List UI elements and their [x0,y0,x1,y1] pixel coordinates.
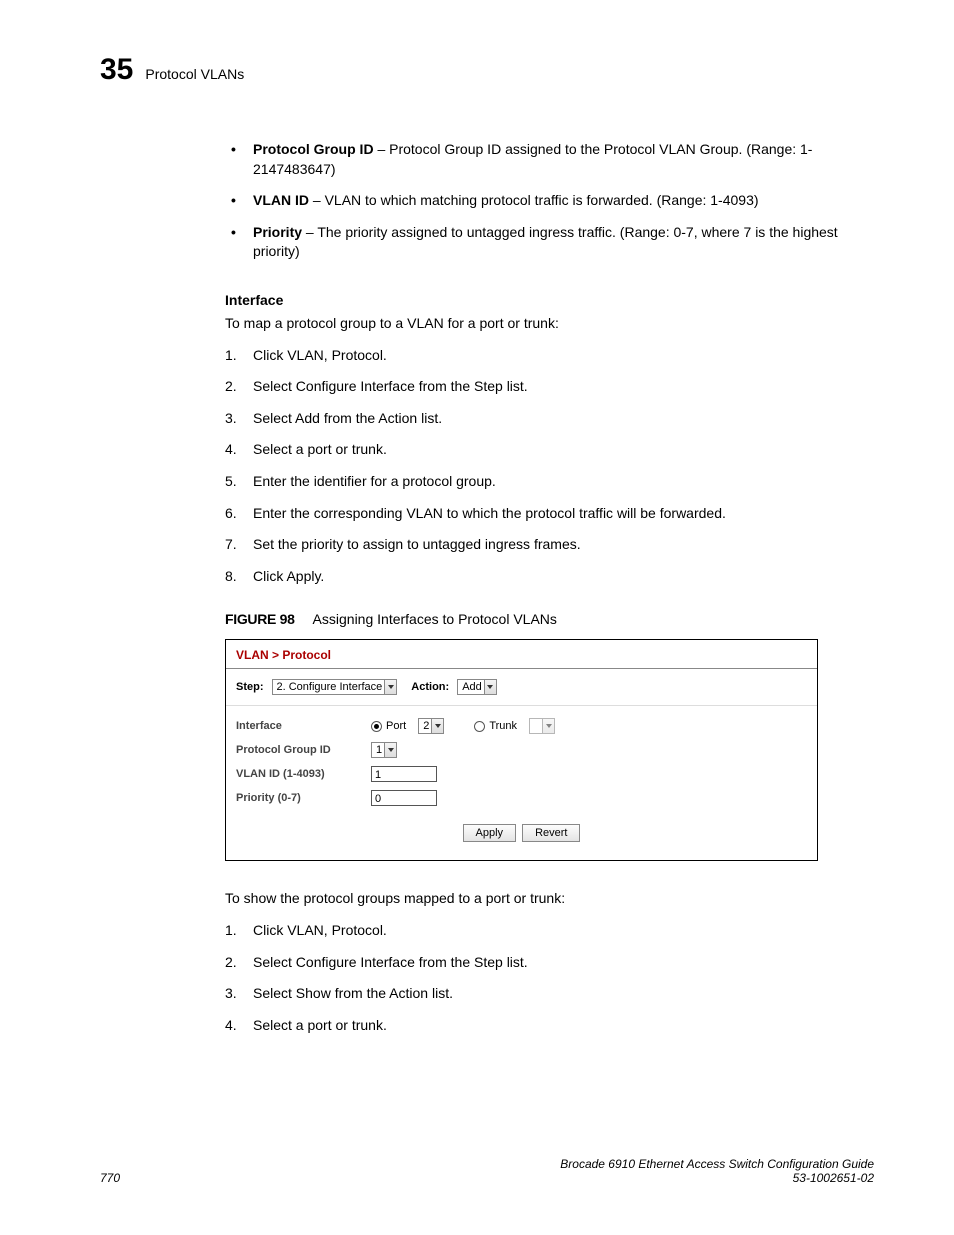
list-item: 3.Select Add from the Action list. [225,409,874,429]
list-item: 4.Select a port or trunk. [225,440,874,460]
vlan-row: VLAN ID (1-4093) 1 [236,766,807,782]
page-header: 35 Protocol VLANs [100,55,874,85]
steps-list-map: 1.Click VLAN, Protocol. 2.Select Configu… [225,346,874,587]
show-intro: To show the protocol groups mapped to a … [225,889,874,909]
action-select[interactable]: Add [457,679,497,695]
list-item: 6.Enter the corresponding VLAN to which … [225,504,874,524]
page-footer: 770 Brocade 6910 Ethernet Access Switch … [100,1157,874,1185]
doc-number: 53-1002651-02 [560,1171,874,1185]
port-radio-group[interactable]: Port [371,720,406,732]
steps-list-show: 1.Click VLAN, Protocol. 2.Select Configu… [225,921,874,1035]
radio-icon [474,721,485,732]
vlan-input[interactable]: 1 [371,766,437,782]
chapter-title: Protocol VLANs [145,66,244,82]
form-body: Interface Port 2 Trunk [226,706,817,860]
list-item: 1.Click VLAN, Protocol. [225,921,874,941]
figure-number: FIGURE 98 [225,611,295,627]
port-select[interactable]: 2 [418,718,444,734]
priority-row: Priority (0-7) 0 [236,790,807,806]
pgid-select[interactable]: 1 [371,742,397,758]
list-item: VLAN ID – VLAN to which matching protoco… [225,191,874,211]
chevron-down-icon [542,719,554,733]
page-number: 770 [100,1171,120,1185]
chevron-down-icon [384,743,396,757]
chevron-down-icon [384,680,396,694]
figure-caption: FIGURE 98 Assigning Interfaces to Protoc… [225,611,874,627]
breadcrumb: VLAN > Protocol [226,640,817,669]
list-item: 2.Select Configure Interface from the St… [225,953,874,973]
figure-screenshot: VLAN > Protocol Step: 2. Configure Inter… [225,639,818,861]
interface-row: Interface Port 2 Trunk [236,718,807,734]
list-item: 7.Set the priority to assign to untagged… [225,535,874,555]
step-select[interactable]: 2. Configure Interface [272,679,398,695]
revert-button[interactable]: Revert [522,824,580,842]
pgid-row: Protocol Group ID 1 [236,742,807,758]
interface-intro: To map a protocol group to a VLAN for a … [225,314,874,334]
trunk-select[interactable] [529,718,555,734]
action-label: Action: [411,681,449,693]
step-label: Step: [236,681,264,693]
priority-label: Priority (0-7) [236,792,371,804]
list-item: 3.Select Show from the Action list. [225,984,874,1004]
trunk-radio-group[interactable]: Trunk [474,720,517,732]
radio-icon [371,721,382,732]
chapter-number: 35 [100,55,133,85]
toolbar: Step: 2. Configure Interface Action: Add [226,669,817,706]
term: Protocol Group ID [253,141,374,157]
desc: – VLAN to which matching protocol traffi… [309,192,759,208]
list-item: 4.Select a port or trunk. [225,1016,874,1036]
list-item: Priority – The priority assigned to unta… [225,223,874,262]
apply-button[interactable]: Apply [463,824,517,842]
list-item: Protocol Group ID – Protocol Group ID as… [225,140,874,179]
term: VLAN ID [253,192,309,208]
vlan-label: VLAN ID (1-4093) [236,768,371,780]
chevron-down-icon [484,680,496,694]
term: Priority [253,224,302,240]
list-item: 8.Click Apply. [225,567,874,587]
trunk-label: Trunk [489,720,517,732]
button-row: Apply Revert [236,824,807,842]
figure-title: Assigning Interfaces to Protocol VLANs [313,611,557,627]
doc-title: Brocade 6910 Ethernet Access Switch Conf… [560,1157,874,1171]
list-item: 5.Enter the identifier for a protocol gr… [225,472,874,492]
list-item: 2.Select Configure Interface from the St… [225,377,874,397]
priority-input[interactable]: 0 [371,790,437,806]
desc: – The priority assigned to untagged ingr… [253,224,838,260]
parameter-bullet-list: Protocol Group ID – Protocol Group ID as… [225,140,874,262]
interface-heading: Interface [225,292,874,308]
list-item: 1.Click VLAN, Protocol. [225,346,874,366]
interface-label: Interface [236,720,371,732]
port-label: Port [386,720,406,732]
chevron-down-icon [431,719,443,733]
pgid-label: Protocol Group ID [236,744,371,756]
